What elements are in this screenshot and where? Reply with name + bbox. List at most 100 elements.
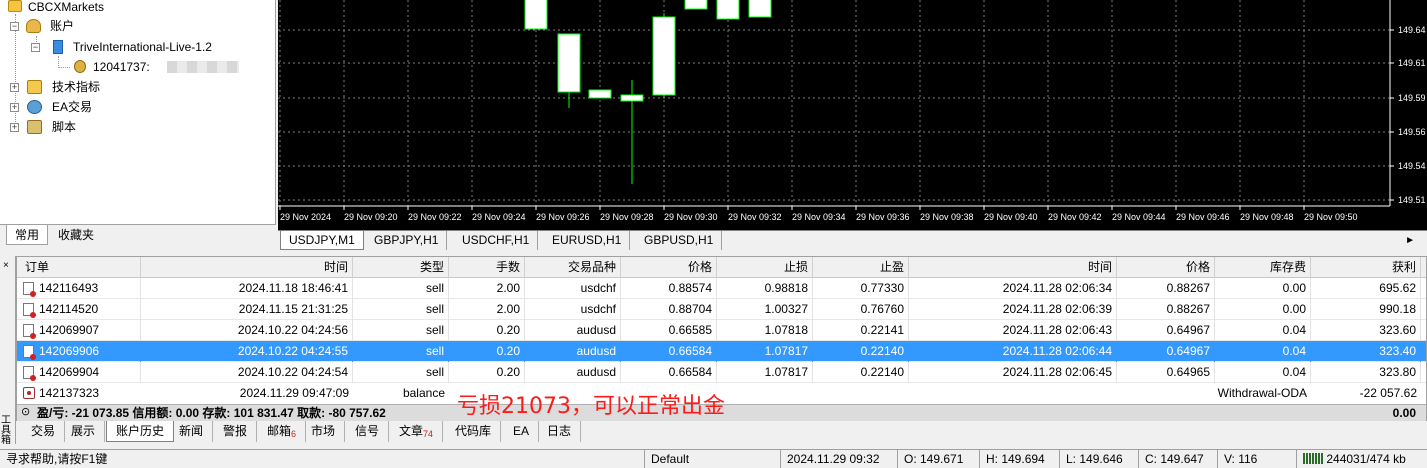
tree-item-scripts[interactable]: + 脚本 xyxy=(10,118,210,136)
terminal-tab-0[interactable]: 交易 xyxy=(22,421,66,442)
table-cell: audusd xyxy=(525,362,621,383)
price-label: 149.54 xyxy=(1398,161,1426,171)
chart-tab-eurusd[interactable]: EURUSD,H1 xyxy=(544,231,631,250)
navigator-panel: CBCXMarkets − 账户 − TriveInternational-Li… xyxy=(0,0,276,246)
terminal-tab-6[interactable]: 市场 xyxy=(302,421,346,442)
account-number: 12041737: xyxy=(93,60,150,74)
header-2[interactable]: 类型 xyxy=(353,257,449,278)
table-cell: sell xyxy=(353,341,449,362)
tree-item-accounts[interactable]: − 账户 xyxy=(10,17,210,35)
tree-item-server[interactable]: − TriveInternational-Live-1.2 xyxy=(31,38,271,56)
chart-tab-gbpusd[interactable]: GBPUSD,H1 xyxy=(636,231,723,250)
header-10[interactable]: 库存费 xyxy=(1215,257,1311,278)
table-cell: 0.22140 xyxy=(813,362,909,383)
expand-icon[interactable]: + xyxy=(10,103,19,112)
terminal-tab-label: 交易 xyxy=(31,424,56,438)
collapse-icon[interactable]: − xyxy=(10,22,19,31)
tab-common[interactable]: 常用 xyxy=(6,225,49,245)
terminal-tab-2[interactable]: 账户历史 xyxy=(106,421,175,442)
user-icon xyxy=(74,60,86,73)
price-chart[interactable]: 149.64 149.61 149.59 149.56 149.54 149.51 29 N… xyxy=(278,0,1427,230)
candle-body xyxy=(652,16,676,96)
table-row[interactable]: 142069907 2024.10.22 04:24:56 sell 0.20 audu… xyxy=(17,320,1426,341)
terminal-tab-label: EA xyxy=(513,424,530,438)
table-cell: 0.00 xyxy=(1215,278,1311,299)
terminal-tab-label: 账户历史 xyxy=(116,424,165,438)
table-cell: 0.66584 xyxy=(621,341,717,362)
terminal-tab-7[interactable]: 信号 xyxy=(346,421,390,442)
close-icon[interactable]: × xyxy=(3,260,9,271)
terminal-tab-1[interactable]: 展示 xyxy=(62,421,106,442)
terminal-tab-10[interactable]: EA xyxy=(504,421,540,442)
table-cell: 1.07817 xyxy=(717,362,813,383)
table-row[interactable]: 142069906 2024.10.22 04:24:55 sell 0.20 audu… xyxy=(17,341,1426,362)
table-row[interactable]: 142116493 2024.11.18 18:46:41 sell 2.00 usdc… xyxy=(17,278,1426,299)
table-cell: sell xyxy=(353,299,449,320)
table-cell: 1.07818 xyxy=(717,320,813,341)
expand-icon[interactable]: + xyxy=(10,123,19,132)
header-7[interactable]: 止盈 xyxy=(813,257,909,278)
chart-tab-gbpjpy[interactable]: GBPJPY,H1 xyxy=(366,231,448,250)
terminal-tab-11[interactable]: 日志 xyxy=(538,421,582,442)
table-cell: 142116493 xyxy=(17,278,141,299)
tab-favorites[interactable]: 收藏夹 xyxy=(50,225,102,245)
terminal-tab-label: 展示 xyxy=(71,424,96,438)
table-cell: 142114520 xyxy=(17,299,141,320)
status-traffic: 244031/474 kb xyxy=(1296,450,1427,468)
status-profile[interactable]: Default xyxy=(644,450,689,468)
header-4[interactable]: 交易品种 xyxy=(525,257,621,278)
balance-order: 142137323 xyxy=(39,386,100,400)
terminal-tab-3[interactable]: 新闻 xyxy=(170,421,214,442)
table-cell: 2024.10.22 04:24:56 xyxy=(141,320,353,341)
price-label: 149.51 xyxy=(1398,195,1426,205)
tree-item-label: EA交易 xyxy=(52,100,93,114)
header-8[interactable]: 时间 xyxy=(909,257,1117,278)
candle-body xyxy=(684,0,708,10)
navigator-tabs: 常用 收藏夹 xyxy=(0,224,276,246)
tree-item-indicators[interactable]: + 技术指标 xyxy=(10,78,210,96)
header-0[interactable]: 订单 xyxy=(17,257,141,278)
table-cell: sell xyxy=(353,362,449,383)
toolbox-label: 工具箱 xyxy=(1,415,11,446)
status-close: C: 149.647 xyxy=(1138,450,1204,468)
time-label: 29 Nov 09:26 xyxy=(536,212,590,222)
redacted-name xyxy=(167,61,239,73)
table-cell: 1.07817 xyxy=(717,341,813,362)
header-6[interactable]: 止损 xyxy=(717,257,813,278)
table-row[interactable]: 142069904 2024.10.22 04:24:54 sell 0.20 audu… xyxy=(17,362,1426,383)
tree-item-ea[interactable]: + EA交易 xyxy=(10,98,210,116)
candle-body xyxy=(716,0,740,20)
table-cell: usdchf xyxy=(525,278,621,299)
header-9[interactable]: 价格 xyxy=(1117,257,1215,278)
expand-icon[interactable]: + xyxy=(10,83,19,92)
ea-icon xyxy=(27,100,42,114)
header-1[interactable]: 时间 xyxy=(141,257,353,278)
tree-root-label: CBCXMarkets xyxy=(28,0,105,14)
header-3[interactable]: 手数 xyxy=(449,257,525,278)
scroll-right-icon[interactable]: ► xyxy=(1405,235,1415,246)
table-cell: 142069904 xyxy=(17,362,141,383)
time-label: 29 Nov 09:38 xyxy=(920,212,974,222)
terminal-tab-label: 日志 xyxy=(547,424,572,438)
time-label: 29 Nov 09:30 xyxy=(664,212,718,222)
time-label: 29 Nov 09:36 xyxy=(856,212,910,222)
table-cell: 2024.11.15 21:31:25 xyxy=(141,299,353,320)
header-11[interactable]: 获利 xyxy=(1311,257,1421,278)
header-5[interactable]: 价格 xyxy=(621,257,717,278)
chart-tab-usdchf[interactable]: USDCHF,H1 xyxy=(454,231,539,250)
tab-badge: 74 xyxy=(423,429,434,439)
collapse-icon[interactable]: − xyxy=(31,43,40,52)
chart-tab-usdjpy[interactable]: USDJPY,M1 xyxy=(280,231,364,250)
terminal-tab-8[interactable]: 文章74 xyxy=(390,421,444,442)
table-cell: 0.00 xyxy=(1215,299,1311,320)
table-cell: 0.04 xyxy=(1215,320,1311,341)
tree-item-account[interactable]: 12041737: xyxy=(72,58,272,76)
price-label: 149.56 xyxy=(1398,127,1426,137)
terminal-tab-9[interactable]: 代码库 xyxy=(446,421,502,442)
table-row[interactable]: 142114520 2024.11.15 21:31:25 sell 2.00 usdc… xyxy=(17,299,1426,320)
tree-item-label: 账户 xyxy=(50,19,75,33)
overlay-annotation: 亏损21073，可以正常出金 xyxy=(457,394,725,419)
terminal-tab-4[interactable]: 警报 xyxy=(214,421,258,442)
terminal-tab-label: 代码库 xyxy=(455,424,492,438)
terminal-tab-5[interactable]: 邮箱6 xyxy=(258,421,307,442)
